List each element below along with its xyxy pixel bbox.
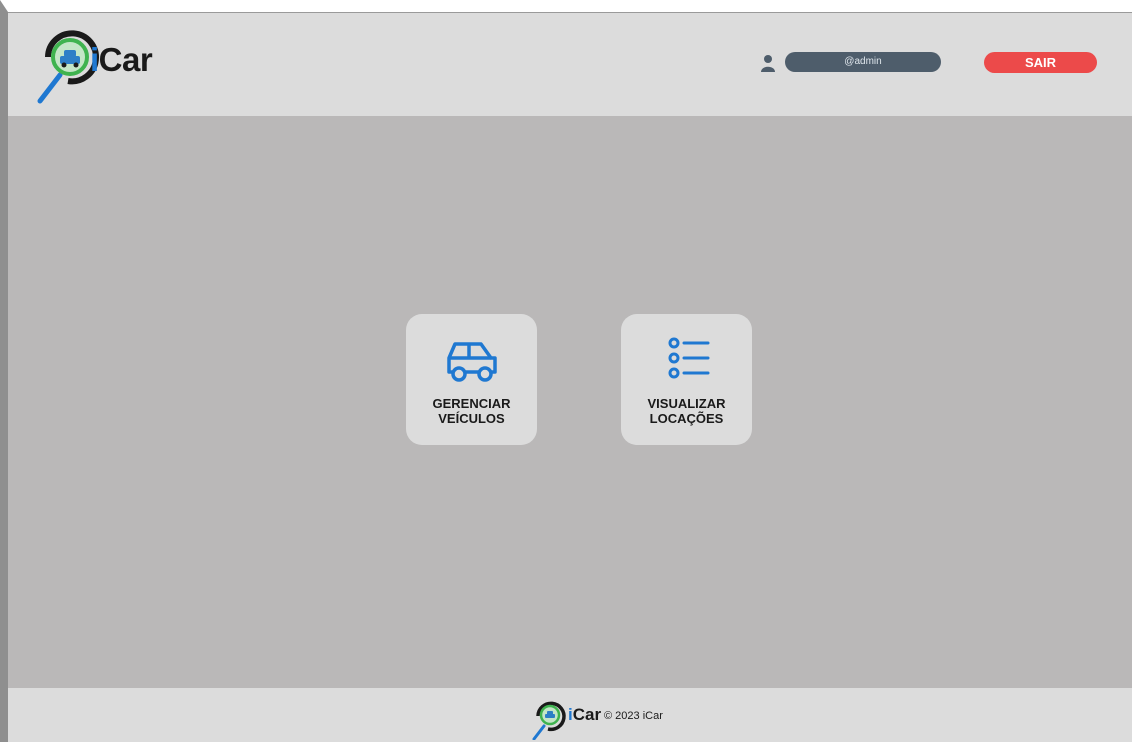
copyright-text: © 2023 iCar: [604, 710, 663, 722]
main-content: GERENCIAR VEÍCULOS VISUALIZAR LOCAÇÕES: [8, 116, 1132, 688]
card-label: VISUALIZAR LOCAÇÕES: [647, 396, 726, 426]
footer-logo-text: iCar: [568, 705, 602, 724]
list-icon: [668, 337, 710, 379]
view-rentals-card[interactable]: VISUALIZAR LOCAÇÕES: [621, 314, 752, 445]
user-icon: [761, 55, 775, 72]
manage-vehicles-card[interactable]: GERENCIAR VEÍCULOS: [406, 314, 537, 445]
footer: iCar © 2023 iCar: [8, 688, 1132, 742]
logo-text: iCar: [90, 41, 153, 78]
logout-button[interactable]: SAIR: [984, 52, 1097, 73]
car-icon: [447, 342, 497, 382]
user-name-badge: @admin: [785, 52, 941, 72]
header: iCar @admin SAIR: [8, 12, 1132, 116]
card-label: GERENCIAR VEÍCULOS: [432, 396, 511, 426]
